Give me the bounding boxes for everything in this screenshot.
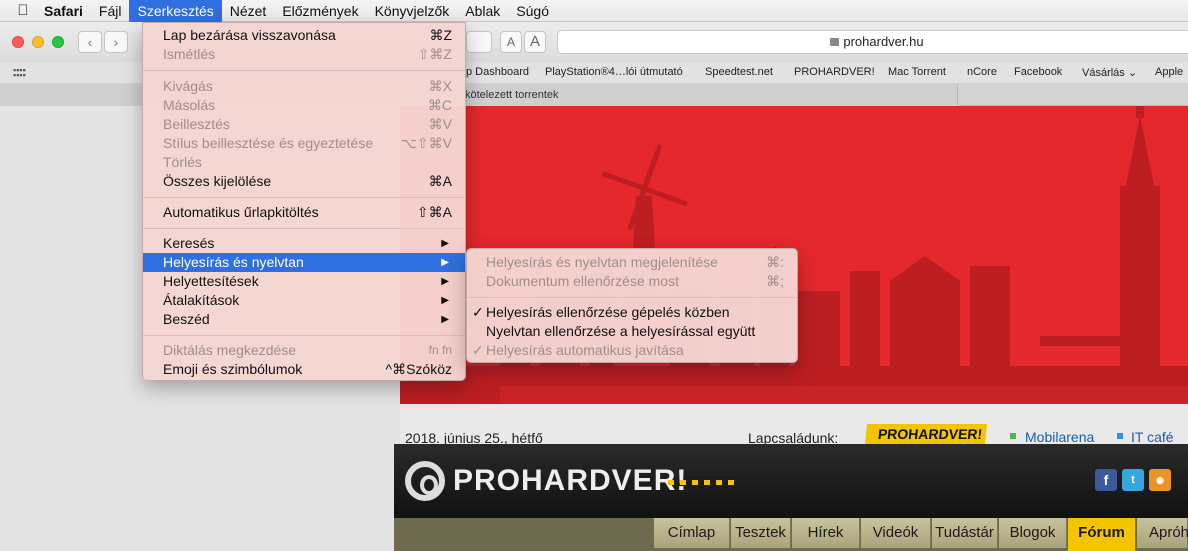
menu-safari[interactable]: Safari — [36, 0, 91, 22]
spelling-grammar-submenu: Helyesírás és nyelvtan megjelenítése ⌘: D… — [466, 248, 798, 363]
bookmark-item[interactable]: Mac Torrent — [888, 66, 946, 78]
menu-item-select-all[interactable]: Összes kijelölése ⌘A — [143, 172, 465, 191]
menu-item-substitutions[interactable]: Helyettesítések ▶ — [143, 272, 465, 291]
submenu-arrow-icon: ▶ — [441, 295, 449, 306]
menu-item-check-spelling-while-typing[interactable]: ✓ Helyesírás ellenőrzése gépelés közben — [467, 303, 797, 322]
menu-item-copy: Másolás ⌘C — [163, 97, 452, 113]
logo-dot — [704, 480, 710, 485]
twitter-icon[interactable]: t — [1122, 469, 1144, 491]
mobilarena-bullet-icon — [1010, 433, 1016, 439]
font-larger-button[interactable]: A — [524, 31, 546, 53]
reader-icon[interactable] — [466, 31, 492, 53]
font-smaller-button[interactable]: A — [500, 31, 522, 53]
nav-tab-videok[interactable]: Videók — [861, 518, 931, 548]
menu-item-transformations[interactable]: Átalakítások ▶ — [143, 291, 465, 310]
menu-separator — [467, 297, 797, 298]
tab-title: kötelezett torrentek — [465, 89, 559, 101]
itcafe-bullet-icon — [1117, 433, 1123, 439]
menu-separator — [143, 197, 465, 198]
submenu-arrow-icon: ▶ — [441, 314, 449, 325]
nav-tab-aprohirdetes[interactable]: Apróh — [1137, 518, 1188, 548]
menu-item-correct-spelling-automatically: ✓ Helyesírás automatikus javítása — [472, 342, 684, 358]
menu-sugo[interactable]: Súgó — [508, 0, 557, 22]
menu-item-redo: Ismétlés ⇧⌘Z — [163, 46, 452, 62]
menu-item-speech[interactable]: Beszéd ▶ — [143, 310, 465, 329]
nav-tab-tesztek[interactable]: Tesztek — [731, 518, 791, 548]
prohardver-logo-icon — [405, 461, 445, 501]
family-link-prohardver[interactable]: PROHARDVER! — [864, 424, 988, 444]
bookmark-item[interactable]: Facebook — [1014, 66, 1062, 78]
menu-szerkesztes[interactable]: Szerkesztés — [129, 0, 222, 22]
facebook-icon[interactable]: f — [1095, 469, 1117, 491]
menu-item-delete: Törlés — [163, 154, 202, 170]
address-bar[interactable]: prohardver.hu — [557, 30, 1188, 54]
bookmark-item[interactable]: nCore — [967, 66, 997, 78]
chevron-right-icon: › — [113, 34, 119, 50]
minimize-window-icon[interactable] — [32, 36, 44, 48]
prohardver-logo[interactable]: PROHARDVER! — [405, 458, 687, 504]
logo-dot — [728, 480, 734, 485]
menu-bar:  Safari Fájl Szerkesztés Nézet Előzmény… — [0, 0, 1188, 22]
nav-tab-hirek[interactable]: Hírek — [792, 518, 860, 548]
back-button[interactable]: ‹ — [78, 31, 102, 53]
menu-separator — [143, 228, 465, 229]
bookmark-item[interactable]: PROHARDVER! — [794, 66, 875, 78]
bookmark-item[interactable]: Apple — [1155, 66, 1183, 78]
menu-item-cut: Kivágás ⌘X — [163, 78, 452, 94]
bookmark-folder-vasarlas[interactable]: Vásárlás ⌄ — [1082, 66, 1137, 79]
logo-dot — [716, 480, 722, 485]
forward-button[interactable]: › — [104, 31, 128, 53]
submenu-arrow-icon: ▶ — [441, 276, 449, 287]
nav-tab-blogok[interactable]: Blogok — [999, 518, 1067, 548]
menu-konyvjelzok[interactable]: Könyvjelzők — [367, 0, 458, 22]
checkmark-icon: ✓ — [472, 304, 484, 320]
menu-item-paste-match-style: Stílus beillesztése és egyeztetése ⌥⇧⌘V — [163, 135, 452, 151]
menu-item-start-dictation: Diktálás megkezdése fn fn — [163, 342, 452, 358]
menu-item-spelling-grammar[interactable]: Helyesírás és nyelvtan ▶ — [143, 253, 465, 272]
menu-fajl[interactable]: Fájl — [91, 0, 130, 22]
menu-item-emoji-symbols[interactable]: Emoji és szimbólumok ^⌘Szóköz — [143, 360, 465, 379]
chevron-left-icon: ‹ — [87, 34, 93, 50]
menu-separator — [143, 70, 465, 71]
menu-item-undo-close-tab[interactable]: Lap bezárása visszavonása ⌘Z — [143, 26, 465, 45]
menu-item-paste: Beillesztés ⌘V — [163, 116, 452, 132]
menu-ablak[interactable]: Ablak — [457, 0, 508, 22]
zoom-window-icon[interactable] — [52, 36, 64, 48]
logo-text: PROHARDVER! — [453, 464, 688, 497]
lock-icon — [830, 38, 840, 46]
family-link-itcafe[interactable]: IT café — [1131, 429, 1174, 445]
submenu-arrow-icon: ▶ — [441, 238, 449, 249]
menu-item-find[interactable]: Keresés ▶ — [143, 234, 465, 253]
nav-tab-forum[interactable]: Fórum — [1068, 518, 1136, 551]
submenu-arrow-icon: ▶ — [441, 257, 449, 268]
menu-nezet[interactable]: Nézet — [222, 0, 275, 22]
url-text: prohardver.hu — [843, 34, 924, 49]
menu-item-check-document-now: Dokumentum ellenőrzése most ⌘; — [486, 273, 784, 289]
bookmark-item[interactable]: p Dashboard — [466, 66, 529, 78]
menu-elozmenyek[interactable]: Előzmények — [274, 0, 366, 22]
menu-item-autofill[interactable]: Automatikus űrlapkitöltés ⇧⌘A — [143, 203, 465, 222]
nav-tab-tudastar[interactable]: Tudástár — [932, 518, 998, 548]
edit-menu: Lap bezárása visszavonása ⌘Z Ismétlés ⇧⌘Z … — [142, 22, 466, 381]
checkmark-icon: ✓ — [472, 342, 484, 358]
nav-tab-cimlap[interactable]: Címlap — [654, 518, 730, 548]
logo-dot — [680, 480, 686, 485]
menu-item-show-spelling-grammar: Helyesírás és nyelvtan megjelenítése ⌘: — [486, 254, 784, 270]
bookmark-item[interactable]: Speedtest.net — [705, 66, 773, 78]
logo-dot — [668, 480, 674, 485]
rss-icon[interactable]: ◉ — [1149, 469, 1171, 491]
menu-item-check-grammar-with-spelling[interactable]: Nyelvtan ellenőrzése a helyesírással egy… — [467, 322, 797, 341]
close-window-icon[interactable] — [12, 36, 24, 48]
show-all-bookmarks-icon[interactable]: ▪▪▪▪ ▪▪▪▪ — [13, 66, 27, 80]
menu-separator — [143, 335, 465, 336]
bookmark-item[interactable]: PlayStation®4…lói útmutató — [545, 66, 683, 78]
apple-menu-icon[interactable]:  — [10, 0, 36, 22]
family-link-mobilarena[interactable]: Mobilarena — [1025, 429, 1094, 445]
logo-dot — [692, 480, 698, 485]
